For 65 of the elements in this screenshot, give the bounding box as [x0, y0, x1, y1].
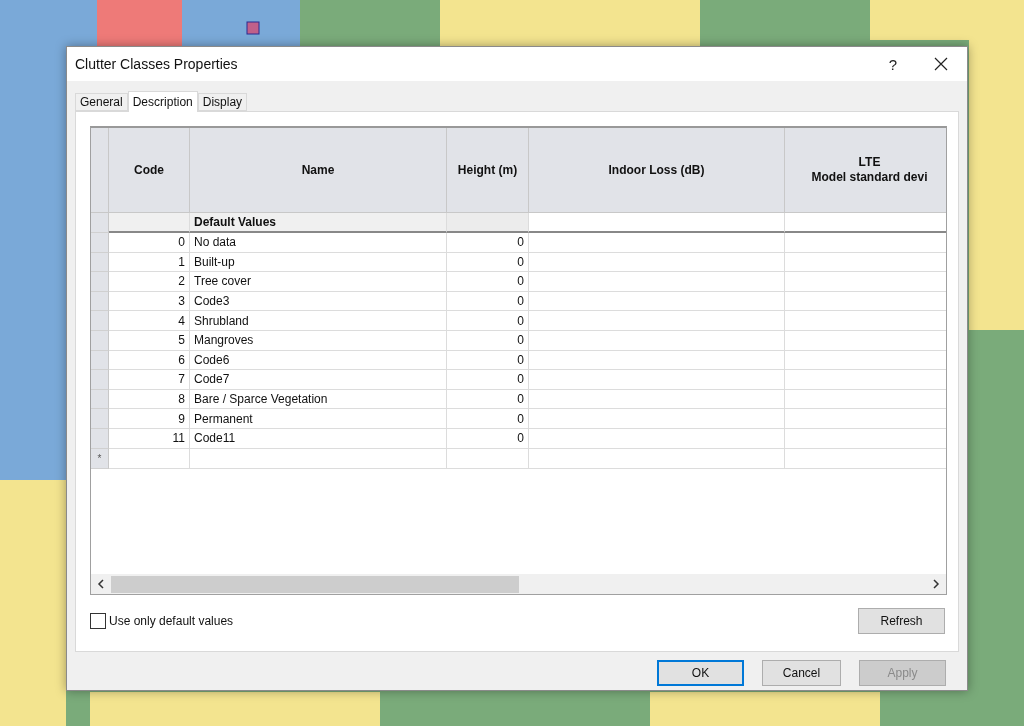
table-cell: 0	[447, 233, 529, 253]
column-header[interactable]: LTE Model standard devi	[785, 128, 946, 213]
table-cell: Shrubland	[190, 311, 447, 331]
table-cell: 0	[447, 370, 529, 390]
table-cell: Code7	[190, 370, 447, 390]
table-cell: 9	[109, 409, 190, 429]
row-header	[91, 252, 109, 273]
table-cell: Mangroves	[190, 330, 447, 351]
row-header	[91, 350, 109, 371]
row-header	[91, 272, 109, 292]
window-title: Clutter Classes Properties	[75, 56, 239, 72]
column-header[interactable]: Height (m)	[447, 128, 529, 213]
table-cell: No data	[190, 233, 447, 253]
row-header	[91, 428, 109, 449]
table-cell: 0	[447, 350, 529, 371]
table-cell: Default Values	[190, 213, 447, 233]
table-cell: Code3	[190, 291, 447, 312]
table-cell: 3	[109, 291, 190, 312]
table-cell: Code11	[190, 428, 447, 449]
table-cell: Permanent	[190, 409, 447, 429]
row-header	[91, 389, 109, 410]
table-cell: 0	[447, 272, 529, 292]
dialog-button[interactable]: OK	[657, 660, 744, 686]
horizontal-scrollbar[interactable]	[91, 574, 946, 594]
table-cell: Bare / Sparce Vegetation	[190, 389, 447, 410]
row-header	[91, 311, 109, 331]
table-cell: 7	[109, 370, 190, 390]
table-cell: 0	[447, 330, 529, 351]
column-header[interactable]: Indoor Loss (dB)	[529, 128, 785, 213]
help-button[interactable]: ?	[871, 47, 915, 81]
row-header	[91, 291, 109, 312]
table-cell: 2	[109, 272, 190, 292]
table-cell: 0	[447, 291, 529, 312]
row-header	[91, 409, 109, 429]
refresh-button[interactable]: Refresh	[858, 608, 945, 634]
row-header	[91, 370, 109, 390]
table-cell: 0	[447, 311, 529, 331]
close-icon	[934, 57, 948, 71]
table-cell: 8	[109, 389, 190, 410]
checkbox-label: Use only default values	[109, 614, 234, 628]
table-cell: 6	[109, 350, 190, 371]
table-cell: 0	[447, 428, 529, 449]
table-cell: 0	[447, 389, 529, 410]
dialog-button[interactable]: Cancel	[762, 660, 841, 686]
table-cell: Built-up	[190, 252, 447, 273]
tab[interactable]: Description	[127, 91, 198, 112]
table-cell: 4	[109, 311, 190, 331]
row-header	[91, 330, 109, 351]
column-header[interactable]: Code	[109, 128, 190, 213]
table-cell: 5	[109, 330, 190, 351]
table-cell: 0	[109, 233, 190, 253]
table-cell: Tree cover	[190, 272, 447, 292]
table-cell: 1	[109, 252, 190, 273]
checkbox[interactable]	[90, 613, 106, 629]
table-cell: Code6	[190, 350, 447, 371]
column-header[interactable]: Name	[190, 128, 447, 213]
row-header	[91, 233, 109, 253]
table-cell: 0	[447, 409, 529, 429]
tab[interactable]: Display	[197, 93, 248, 111]
table-cell: 0	[447, 252, 529, 273]
scrollbar-thumb[interactable]	[111, 575, 519, 593]
row-header	[91, 213, 109, 233]
table-cell: 11	[109, 428, 190, 449]
tab[interactable]: General	[75, 93, 128, 111]
new-row-marker: *	[91, 448, 109, 469]
